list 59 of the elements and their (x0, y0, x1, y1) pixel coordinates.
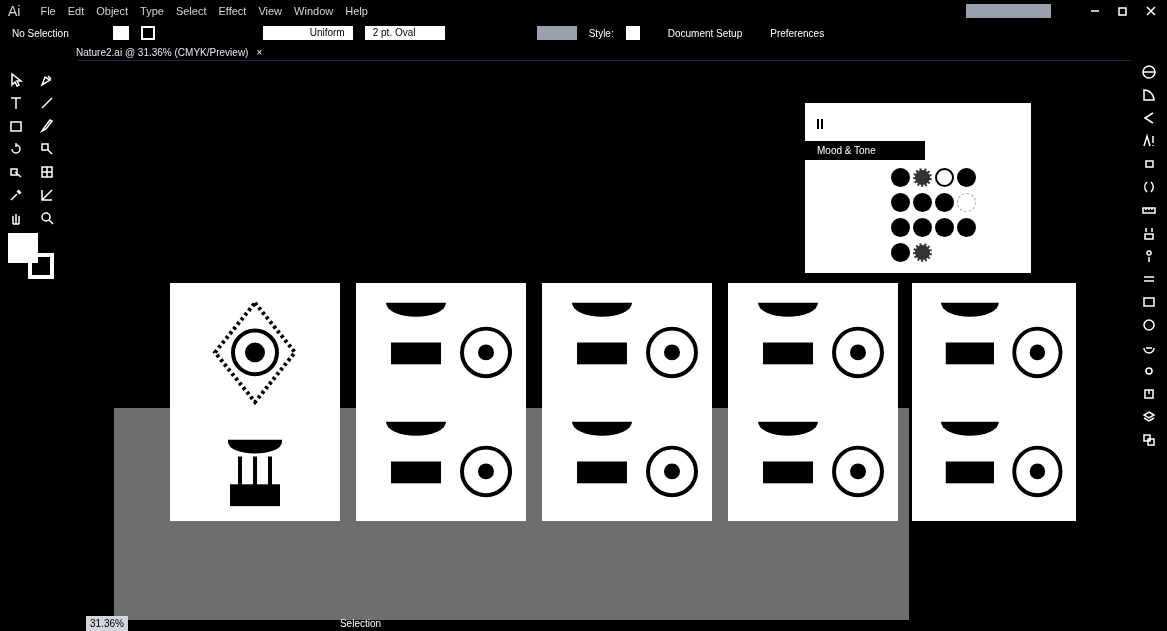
tab-close-button[interactable]: × (256, 44, 263, 60)
artboards-icon[interactable] (1141, 432, 1157, 448)
color-swatch[interactable] (935, 218, 954, 237)
rectangle-icon[interactable] (8, 118, 24, 134)
document-tab[interactable]: Nature2.ai @ 31.36% (CMYK/Preview) (76, 44, 249, 60)
eyedropper-icon[interactable] (8, 187, 24, 203)
brush-icon[interactable] (39, 118, 55, 134)
status-tool-label: Selection (339, 616, 382, 631)
control-bar-button[interactable]: Preferences (770, 25, 825, 41)
control-bar-button[interactable]: Document Setup (667, 25, 743, 41)
color-swatch[interactable] (891, 243, 910, 262)
menu-item[interactable]: Fle (40, 2, 56, 20)
menu-item[interactable]: Select (175, 2, 207, 20)
gradient-icon[interactable] (1141, 294, 1157, 310)
menu-item[interactable]: Object (96, 2, 129, 20)
color-swatch[interactable] (957, 193, 976, 212)
fill-stroke-icon[interactable] (8, 233, 54, 279)
style-label: Style: (588, 26, 614, 41)
slice-icon[interactable] (39, 187, 55, 203)
color-swatch[interactable] (935, 168, 954, 187)
line-icon[interactable] (39, 95, 55, 111)
menu-item[interactable]: Help (345, 2, 368, 20)
search-field[interactable] (966, 4, 1051, 18)
color-swatch[interactable] (935, 193, 954, 212)
color-swatch[interactable] (891, 193, 910, 212)
opacity-field[interactable] (536, 26, 577, 40)
brackets-icon[interactable] (1141, 179, 1157, 195)
stroke-swatch[interactable] (140, 26, 155, 40)
selection-arrow-icon[interactable] (8, 72, 24, 88)
style-swatch[interactable] (625, 26, 640, 40)
color-swatch[interactable] (891, 218, 910, 237)
character-icon[interactable] (1141, 133, 1157, 149)
scale-icon[interactable] (39, 141, 55, 157)
layers-icon[interactable] (1141, 409, 1157, 425)
selection-label: No Selection (12, 26, 69, 41)
rotate-icon[interactable] (8, 141, 24, 157)
menu-item[interactable]: Effect (218, 2, 247, 20)
color-swatch[interactable] (957, 218, 976, 237)
color-swatch[interactable] (891, 168, 910, 187)
color-swatch[interactable] (957, 168, 976, 187)
mesh-icon[interactable] (39, 164, 55, 180)
brush-dropdown[interactable]: 2 pt. Oval (364, 26, 445, 40)
transparency-icon[interactable] (1141, 317, 1157, 333)
swatch-group-header[interactable]: Mood & Tone (805, 141, 925, 160)
stroke-profile-dropdown[interactable]: Uniform (262, 26, 353, 40)
color-swatch[interactable] (913, 218, 932, 237)
text-icon[interactable] (8, 95, 24, 111)
globe-icon[interactable] (1141, 64, 1157, 80)
fill-swatch[interactable] (112, 26, 129, 40)
menu-item[interactable]: Edt (67, 2, 85, 20)
panel-header-icon (817, 119, 823, 129)
app-logo: Ai (8, 1, 21, 21)
color-swatch[interactable] (913, 193, 932, 212)
menu-item[interactable]: Type (140, 2, 164, 20)
menu-item[interactable]: Window (294, 2, 334, 20)
brush-library-icon[interactable] (1141, 225, 1157, 241)
zoom-icon[interactable] (39, 210, 55, 226)
menu-item[interactable]: View (258, 2, 283, 20)
zoom-field[interactable]: 31.36% (86, 615, 128, 631)
